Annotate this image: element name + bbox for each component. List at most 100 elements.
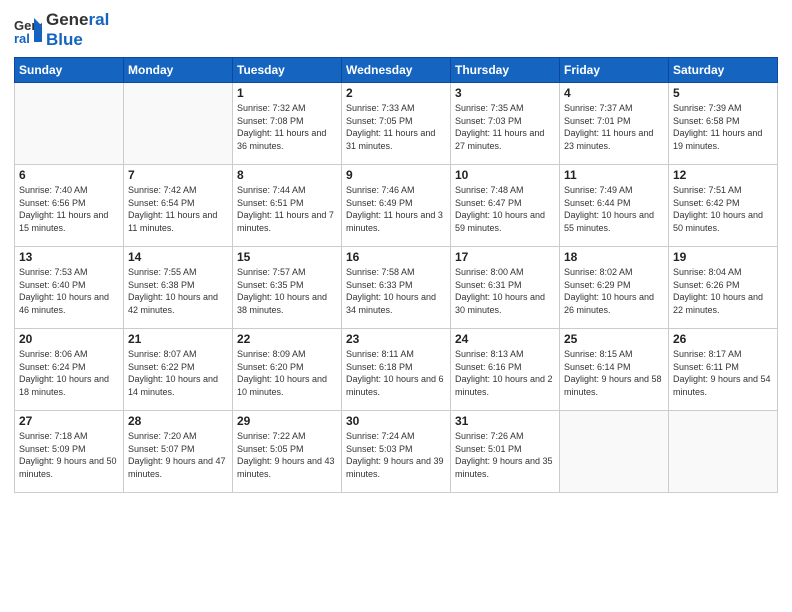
logo-general: Gene (46, 10, 89, 29)
day-info: Sunrise: 7:22 AMSunset: 5:05 PMDaylight:… (237, 430, 337, 480)
day-number: 13 (19, 250, 119, 264)
day-info: Sunrise: 8:00 AMSunset: 6:31 PMDaylight:… (455, 266, 555, 316)
calendar-cell: 23 Sunrise: 8:11 AMSunset: 6:18 PMDayligh… (342, 329, 451, 411)
weekday-header-sunday: Sunday (15, 58, 124, 83)
calendar-table: SundayMondayTuesdayWednesdayThursdayFrid… (14, 57, 778, 493)
calendar-cell: 2 Sunrise: 7:33 AMSunset: 7:05 PMDaylight… (342, 83, 451, 165)
calendar-cell: 6Sunrise: 7:40 AMSunset: 6:56 PMDaylight… (15, 165, 124, 247)
calendar-week-2: 6Sunrise: 7:40 AMSunset: 6:56 PMDaylight… (15, 165, 778, 247)
calendar-cell: 30 Sunrise: 7:24 AMSunset: 5:03 PMDayligh… (342, 411, 451, 493)
calendar-cell: 10 Sunrise: 7:48 AMSunset: 6:47 PMDayligh… (451, 165, 560, 247)
day-info: Sunrise: 7:57 AMSunset: 6:35 PMDaylight:… (237, 266, 337, 316)
day-info: Sunrise: 7:33 AMSunset: 7:05 PMDaylight:… (346, 102, 446, 152)
day-number: 4 (564, 86, 664, 100)
day-number: 19 (673, 250, 773, 264)
calendar-cell: 24 Sunrise: 8:13 AMSunset: 6:16 PMDayligh… (451, 329, 560, 411)
calendar-cell: 27 Sunrise: 7:18 AMSunset: 5:09 PMDayligh… (15, 411, 124, 493)
calendar-cell: 14 Sunrise: 7:55 AMSunset: 6:38 PMDayligh… (124, 247, 233, 329)
day-info: Sunrise: 8:02 AMSunset: 6:29 PMDaylight:… (564, 266, 664, 316)
day-number: 3 (455, 86, 555, 100)
day-number: 21 (128, 332, 228, 346)
calendar-week-5: 27 Sunrise: 7:18 AMSunset: 5:09 PMDayligh… (15, 411, 778, 493)
day-info: Sunrise: 8:17 AMSunset: 6:11 PMDaylight:… (673, 348, 773, 398)
day-info: Sunrise: 7:40 AMSunset: 6:56 PMDaylight:… (19, 184, 119, 234)
day-number: 17 (455, 250, 555, 264)
calendar-cell: 21 Sunrise: 8:07 AMSunset: 6:22 PMDayligh… (124, 329, 233, 411)
calendar-cell: 13 Sunrise: 7:53 AMSunset: 6:40 PMDayligh… (15, 247, 124, 329)
day-info: Sunrise: 7:18 AMSunset: 5:09 PMDaylight:… (19, 430, 119, 480)
day-number: 5 (673, 86, 773, 100)
calendar-cell: 29Sunrise: 7:22 AMSunset: 5:05 PMDayligh… (233, 411, 342, 493)
calendar-cell: 12 Sunrise: 7:51 AMSunset: 6:42 PMDayligh… (669, 165, 778, 247)
day-number: 8 (237, 168, 337, 182)
day-info: Sunrise: 7:55 AMSunset: 6:38 PMDaylight:… (128, 266, 228, 316)
day-info: Sunrise: 7:58 AMSunset: 6:33 PMDaylight:… (346, 266, 446, 316)
svg-text:ral: ral (14, 31, 30, 44)
calendar-cell: 8Sunrise: 7:44 AMSunset: 6:51 PMDaylight… (233, 165, 342, 247)
day-info: Sunrise: 7:53 AMSunset: 6:40 PMDaylight:… (19, 266, 119, 316)
day-info: Sunrise: 7:37 AMSunset: 7:01 PMDaylight:… (564, 102, 664, 152)
day-number: 22 (237, 332, 337, 346)
calendar-cell: 3Sunrise: 7:35 AMSunset: 7:03 PMDaylight… (451, 83, 560, 165)
calendar-cell (560, 411, 669, 493)
calendar-cell: 1 Sunrise: 7:32 AMSunset: 7:08 PMDaylight… (233, 83, 342, 165)
day-number: 12 (673, 168, 773, 182)
calendar-cell (669, 411, 778, 493)
day-info: Sunrise: 8:09 AMSunset: 6:20 PMDaylight:… (237, 348, 337, 398)
day-number: 7 (128, 168, 228, 182)
calendar-cell: 26 Sunrise: 8:17 AMSunset: 6:11 PMDayligh… (669, 329, 778, 411)
day-number: 23 (346, 332, 446, 346)
day-info: Sunrise: 7:49 AMSunset: 6:44 PMDaylight:… (564, 184, 664, 234)
day-number: 18 (564, 250, 664, 264)
calendar-cell: 11 Sunrise: 7:49 AMSunset: 6:44 PMDayligh… (560, 165, 669, 247)
day-info: Sunrise: 8:15 AMSunset: 6:14 PMDaylight:… (564, 348, 664, 398)
calendar-cell: 25 Sunrise: 8:15 AMSunset: 6:14 PMDayligh… (560, 329, 669, 411)
day-number: 16 (346, 250, 446, 264)
calendar-cell: 17 Sunrise: 8:00 AMSunset: 6:31 PMDayligh… (451, 247, 560, 329)
day-number: 27 (19, 414, 119, 428)
weekday-header-friday: Friday (560, 58, 669, 83)
day-number: 11 (564, 168, 664, 182)
day-info: Sunrise: 7:24 AMSunset: 5:03 PMDaylight:… (346, 430, 446, 480)
day-info: Sunrise: 7:51 AMSunset: 6:42 PMDaylight:… (673, 184, 773, 234)
calendar-cell: 7Sunrise: 7:42 AMSunset: 6:54 PMDaylight… (124, 165, 233, 247)
day-number: 1 (237, 86, 337, 100)
calendar-cell: 4 Sunrise: 7:37 AMSunset: 7:01 PMDaylight… (560, 83, 669, 165)
day-info: Sunrise: 7:20 AMSunset: 5:07 PMDaylight:… (128, 430, 228, 480)
weekday-header-saturday: Saturday (669, 58, 778, 83)
day-info: Sunrise: 8:13 AMSunset: 6:16 PMDaylight:… (455, 348, 555, 398)
calendar-cell: 15 Sunrise: 7:57 AMSunset: 6:35 PMDayligh… (233, 247, 342, 329)
day-number: 15 (237, 250, 337, 264)
day-info: Sunrise: 7:26 AMSunset: 5:01 PMDaylight:… (455, 430, 555, 480)
calendar-cell: 31 Sunrise: 7:26 AMSunset: 5:01 PMDayligh… (451, 411, 560, 493)
day-number: 14 (128, 250, 228, 264)
day-number: 30 (346, 414, 446, 428)
calendar-cell: 28Sunrise: 7:20 AMSunset: 5:07 PMDayligh… (124, 411, 233, 493)
weekday-header-thursday: Thursday (451, 58, 560, 83)
calendar-week-1: 1 Sunrise: 7:32 AMSunset: 7:08 PMDaylight… (15, 83, 778, 165)
calendar-cell: 19 Sunrise: 8:04 AMSunset: 6:26 PMDayligh… (669, 247, 778, 329)
calendar-cell (124, 83, 233, 165)
weekday-header-tuesday: Tuesday (233, 58, 342, 83)
logo-blue: Blue (46, 30, 109, 50)
calendar-cell: 16 Sunrise: 7:58 AMSunset: 6:33 PMDayligh… (342, 247, 451, 329)
day-number: 26 (673, 332, 773, 346)
day-info: Sunrise: 8:07 AMSunset: 6:22 PMDaylight:… (128, 348, 228, 398)
day-number: 2 (346, 86, 446, 100)
calendar-cell: 9Sunrise: 7:46 AMSunset: 6:49 PMDaylight… (342, 165, 451, 247)
calendar-week-4: 20Sunrise: 8:06 AMSunset: 6:24 PMDayligh… (15, 329, 778, 411)
day-info: Sunrise: 8:04 AMSunset: 6:26 PMDaylight:… (673, 266, 773, 316)
day-info: Sunrise: 8:11 AMSunset: 6:18 PMDaylight:… (346, 348, 446, 398)
weekday-header-row: SundayMondayTuesdayWednesdayThursdayFrid… (15, 58, 778, 83)
calendar-cell: 5Sunrise: 7:39 AMSunset: 6:58 PMDaylight… (669, 83, 778, 165)
page-header: Gene ral General Blue (14, 10, 778, 49)
day-info: Sunrise: 7:32 AMSunset: 7:08 PMDaylight:… (237, 102, 337, 152)
day-info: Sunrise: 7:48 AMSunset: 6:47 PMDaylight:… (455, 184, 555, 234)
calendar-week-3: 13 Sunrise: 7:53 AMSunset: 6:40 PMDayligh… (15, 247, 778, 329)
day-number: 10 (455, 168, 555, 182)
logo: Gene ral General Blue (14, 10, 109, 49)
day-number: 25 (564, 332, 664, 346)
day-number: 31 (455, 414, 555, 428)
weekday-header-monday: Monday (124, 58, 233, 83)
day-number: 24 (455, 332, 555, 346)
